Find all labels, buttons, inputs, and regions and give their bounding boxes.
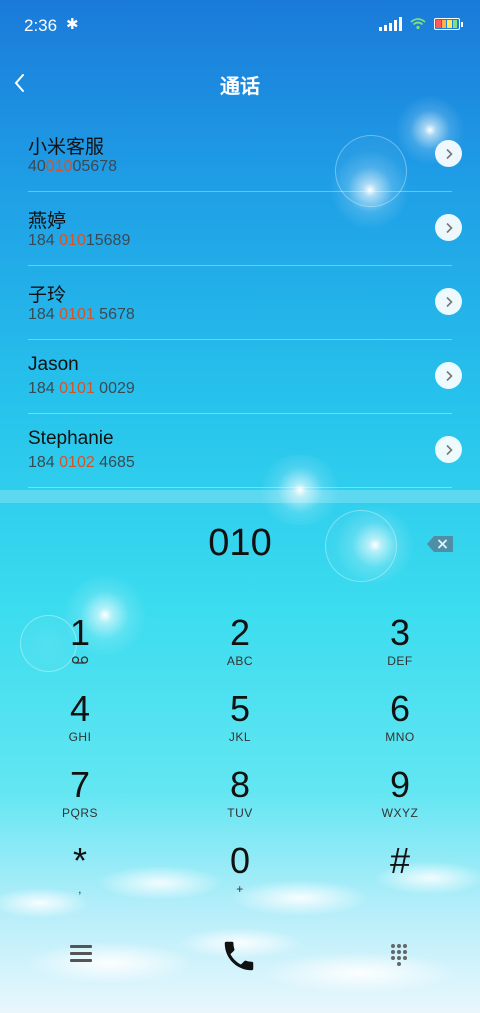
key-digit: 2 — [229, 612, 251, 653]
dialpad-icon[interactable] — [389, 943, 409, 967]
match-highlight: 0102 — [59, 454, 95, 471]
key-7[interactable]: 7 PQRS — [0, 764, 160, 834]
contact-name: 燕婷 — [28, 211, 67, 232]
key-3[interactable]: 3 DEF — [320, 612, 480, 682]
contact-number: 184 0102 4685 — [28, 454, 135, 471]
key-digit: * — [72, 840, 87, 881]
battery-icon — [434, 18, 463, 30]
key-letters: GHI — [68, 730, 92, 744]
key-5[interactable]: 5 JKL — [160, 688, 320, 758]
contact-row[interactable]: 燕婷 184 01015689 — [28, 192, 462, 266]
key-letters: + — [236, 882, 244, 896]
key-digit: # — [389, 840, 411, 881]
bottom-action-bar — [0, 937, 480, 977]
chevron-right-icon — [445, 222, 453, 233]
key-digit: 9 — [389, 764, 411, 805]
contact-name: Jason — [28, 354, 79, 375]
contact-detail-button[interactable] — [435, 214, 462, 241]
key-letters: JKL — [228, 730, 252, 744]
backspace-icon[interactable] — [426, 535, 454, 553]
dialed-number-display: 010 — [208, 522, 272, 564]
key-digit: 5 — [229, 688, 251, 729]
key-digit: 7 — [69, 764, 91, 805]
wifi-icon — [410, 18, 426, 30]
key-8[interactable]: 8 TUV — [160, 764, 320, 834]
contact-name: 小米客服 — [28, 137, 105, 158]
chevron-right-icon — [445, 444, 453, 455]
key-letters: DEF — [387, 654, 413, 668]
match-highlight: 010 — [59, 232, 86, 249]
key-4[interactable]: 4 GHI — [0, 688, 160, 758]
key-6[interactable]: 6 MNO — [320, 688, 480, 758]
key-letters: , — [78, 882, 82, 896]
bluetooth-icon: ✱ — [66, 15, 79, 33]
key-letters: MNO — [385, 730, 415, 744]
contact-number: 4001005678 — [28, 158, 117, 175]
app-header: 通话 — [0, 62, 480, 106]
contact-row[interactable]: Stephanie 184 0102 4685 — [28, 414, 462, 488]
menu-icon[interactable] — [70, 945, 92, 963]
key-digit: 8 — [229, 764, 251, 805]
page-title: 通话 — [220, 74, 260, 98]
match-highlight: 0101 — [59, 380, 95, 397]
key-digit: 1 — [69, 612, 91, 653]
status-icons — [379, 17, 463, 31]
signal-icon — [379, 17, 402, 31]
key-1[interactable]: 1 — [0, 612, 160, 682]
contact-detail-button[interactable] — [435, 288, 462, 315]
key-letters: WXYZ — [381, 806, 419, 820]
key-hash[interactable]: # — [320, 840, 480, 910]
section-divider — [0, 490, 480, 503]
key-digit: 4 — [69, 688, 91, 729]
key-digit: 0 — [229, 840, 251, 881]
key-letters: PQRS — [61, 806, 98, 820]
contact-detail-button[interactable] — [435, 436, 462, 463]
key-letters: ABC — [226, 654, 254, 668]
key-digit: 6 — [389, 688, 411, 729]
contact-row[interactable]: Jason 184 0101 0029 — [28, 340, 462, 414]
key-letters: TUV — [227, 806, 253, 820]
key-digit: 3 — [389, 612, 411, 653]
phone-call-icon[interactable] — [220, 937, 258, 975]
contact-number: 184 0101 5678 — [28, 306, 135, 323]
chevron-right-icon — [445, 148, 453, 159]
match-highlight: 0101 — [59, 306, 95, 323]
contact-name: 子玲 — [28, 285, 67, 306]
voicemail-icon — [0, 654, 160, 668]
key-star[interactable]: * , — [0, 840, 160, 910]
contact-name: Stephanie — [28, 428, 114, 449]
key-0[interactable]: 0 + — [160, 840, 320, 910]
contact-detail-button[interactable] — [435, 140, 462, 167]
chevron-right-icon — [445, 296, 453, 307]
key-2[interactable]: 2 ABC — [160, 612, 320, 682]
contact-number: 184 0101 0029 — [28, 380, 135, 397]
contact-suggestion-list: 小米客服 4001005678 燕婷 184 01015689 子玲 184 0… — [28, 118, 462, 488]
key-9[interactable]: 9 WXYZ — [320, 764, 480, 834]
match-highlight: 010 — [45, 158, 73, 175]
contact-detail-button[interactable] — [435, 362, 462, 389]
status-bar: 2:36 ✱ — [0, 0, 480, 52]
contact-row[interactable]: 子玲 184 0101 5678 — [28, 266, 462, 340]
status-time: 2:36 — [24, 16, 58, 35]
contact-number: 184 01015689 — [28, 232, 131, 249]
contact-row[interactable]: 小米客服 4001005678 — [28, 118, 462, 192]
chevron-right-icon — [445, 370, 453, 381]
